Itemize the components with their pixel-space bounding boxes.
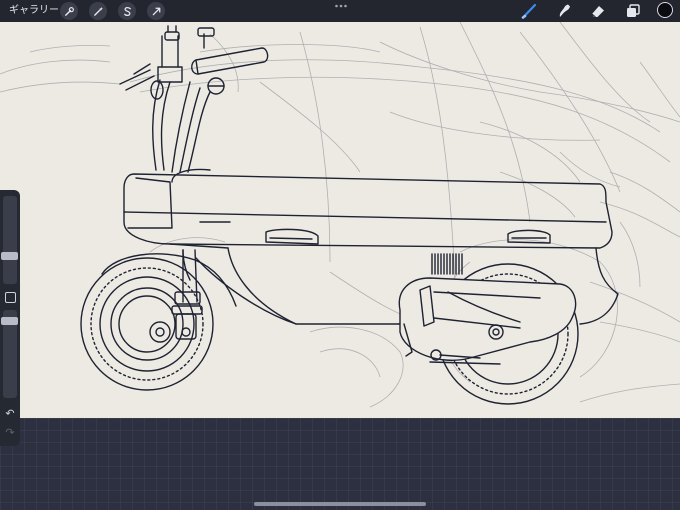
- scooter-line-drawing: [0, 22, 680, 408]
- brush-size-handle[interactable]: [1, 252, 18, 260]
- smudge-icon[interactable]: [555, 2, 573, 20]
- canvas-surround-area: [0, 418, 680, 510]
- selection-s-icon: [123, 6, 131, 16]
- transform-button[interactable]: [147, 2, 165, 20]
- brush-size-slider[interactable]: [3, 196, 17, 284]
- transform-arrow-icon: [152, 7, 160, 15]
- drawing-canvas[interactable]: [0, 22, 680, 418]
- top-toolbar: ギャラリー: [0, 0, 680, 22]
- adjustments-button[interactable]: [89, 2, 107, 20]
- eraser-icon[interactable]: [589, 2, 607, 20]
- vent-grille: [431, 253, 463, 275]
- opacity-handle[interactable]: [1, 317, 18, 325]
- brush-icon[interactable]: [520, 2, 538, 20]
- color-picker-swatch[interactable]: [657, 2, 673, 18]
- handlebar-assembly: [119, 25, 269, 173]
- magic-wand-icon: [93, 6, 103, 16]
- redo-icon[interactable]: ↷: [3, 427, 17, 439]
- gallery-button[interactable]: ギャラリー: [9, 4, 59, 18]
- ink-line-layer: [80, 25, 619, 405]
- brush-sidebar: ↶ ↷: [0, 190, 20, 446]
- undo-icon[interactable]: ↶: [3, 408, 17, 420]
- modify-button[interactable]: [5, 292, 16, 303]
- layers-icon[interactable]: [624, 2, 642, 20]
- home-indicator[interactable]: [254, 502, 426, 506]
- rear-swingarm: [398, 277, 577, 365]
- rough-sketch-layer: [0, 22, 680, 408]
- selection-button[interactable]: [118, 2, 136, 20]
- front-wheel: [80, 257, 214, 391]
- more-options-icon[interactable]: [334, 2, 348, 10]
- actions-button[interactable]: [60, 2, 78, 20]
- wrench-icon: [64, 6, 74, 16]
